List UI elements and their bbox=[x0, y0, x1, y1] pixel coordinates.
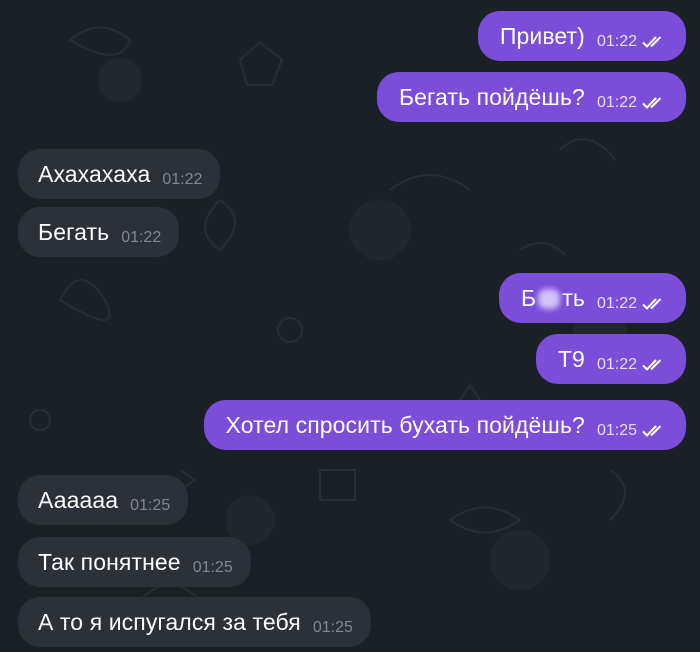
redaction-blur bbox=[538, 289, 561, 310]
message-text: Хотел спросить бухать пойдёшь? bbox=[225, 411, 585, 438]
message-bubble-outgoing[interactable]: Бегать пойдёшь? 01:22 bbox=[376, 72, 686, 122]
message-bubble-outgoing[interactable]: Привет) 01:22 bbox=[477, 11, 686, 61]
message-time: 01:22 bbox=[162, 171, 203, 188]
message-text-suffix: ть bbox=[562, 284, 585, 311]
double-check-icon bbox=[642, 36, 662, 48]
message-bubble-incoming[interactable]: Ахахахаха 01:22 bbox=[18, 149, 221, 199]
message-time: 01:22 bbox=[596, 33, 637, 50]
message-text: Ахахахаха bbox=[38, 160, 151, 187]
message-bubble-incoming[interactable]: Аааааа 01:25 bbox=[18, 475, 189, 525]
message-time: 01:22 bbox=[121, 229, 162, 246]
message-text: А то я испугался за тебя bbox=[38, 608, 301, 635]
double-check-icon bbox=[642, 425, 662, 437]
message-bubble-incoming[interactable]: Так понятнее 01:25 bbox=[18, 537, 251, 587]
message-time: 01:25 bbox=[130, 497, 171, 514]
message-text: Бть bbox=[521, 285, 585, 312]
message-text-prefix: Б bbox=[521, 284, 537, 311]
double-check-icon bbox=[642, 359, 662, 371]
message-time: 01:22 bbox=[596, 356, 637, 373]
message-bubble-incoming[interactable]: Бегать 01:22 bbox=[18, 207, 180, 257]
message-bubble-outgoing[interactable]: Бть 01:22 bbox=[499, 273, 686, 323]
message-bubble-incoming[interactable]: А то я испугался за тебя 01:25 bbox=[18, 597, 371, 647]
message-bubble-outgoing[interactable]: Т9 01:22 bbox=[535, 334, 686, 384]
message-time: 01:25 bbox=[312, 619, 353, 636]
message-text: Т9 bbox=[557, 345, 585, 372]
message-text: Бегать пойдёшь? bbox=[398, 83, 585, 110]
double-check-icon bbox=[642, 298, 662, 310]
message-bubble-outgoing[interactable]: Хотел спросить бухать пойдёшь? 01:25 bbox=[203, 400, 686, 450]
message-time: 01:25 bbox=[596, 422, 637, 439]
double-check-icon bbox=[642, 97, 662, 109]
message-text: Привет) bbox=[499, 22, 585, 49]
message-time: 01:22 bbox=[596, 295, 637, 312]
message-text: Так понятнее bbox=[38, 548, 181, 575]
message-time: 01:25 bbox=[192, 559, 233, 576]
message-time: 01:22 bbox=[596, 94, 637, 111]
message-text: Бегать bbox=[38, 218, 110, 245]
message-text: Аааааа bbox=[38, 486, 119, 513]
